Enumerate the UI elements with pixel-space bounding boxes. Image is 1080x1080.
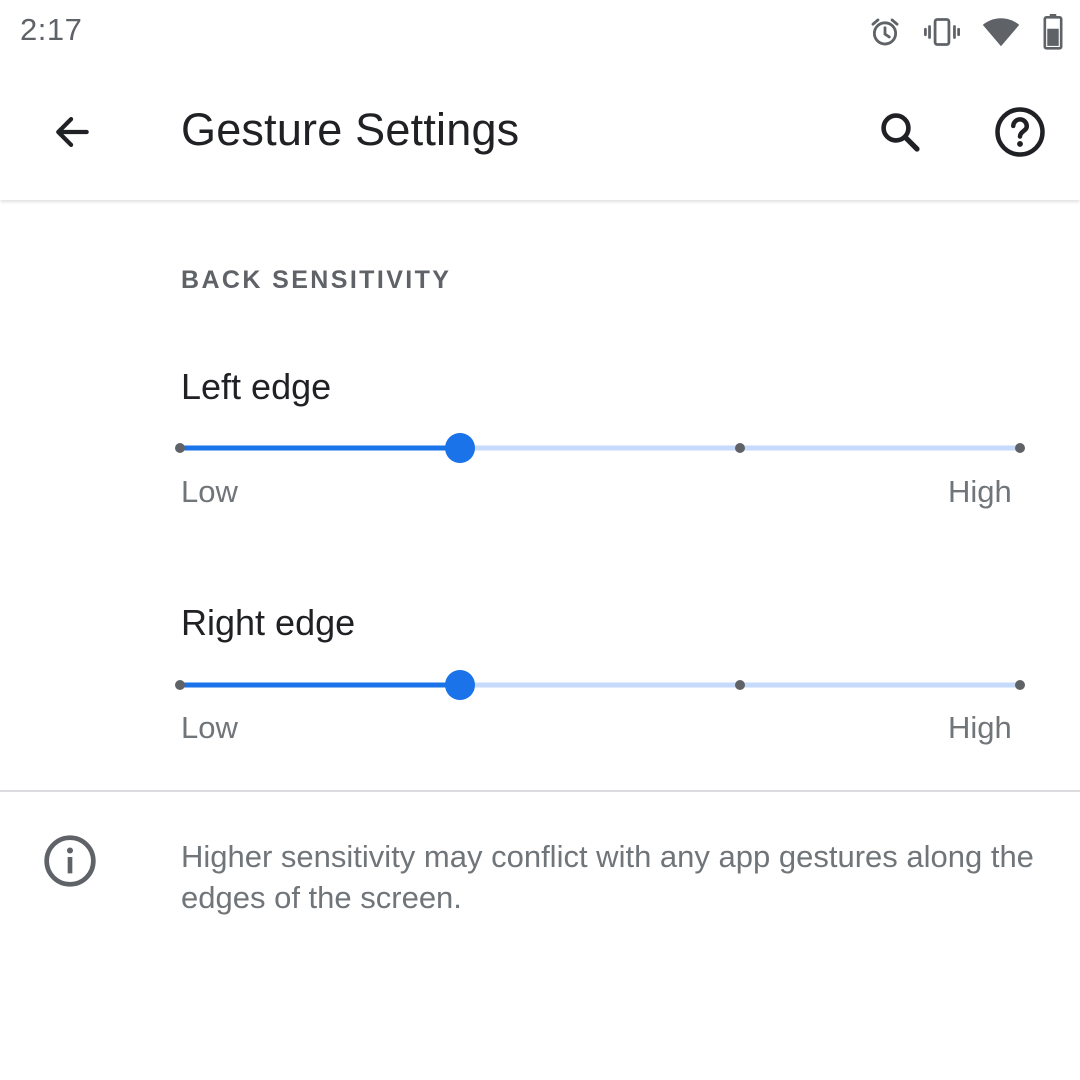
slider-tick-mark — [175, 443, 185, 453]
footer-text: Higher sensitivity may conflict with any… — [181, 839, 1034, 915]
search-icon — [881, 113, 920, 152]
help-button[interactable] — [978, 90, 1062, 174]
slider-tick-mark — [735, 443, 745, 453]
battery-icon — [1042, 14, 1064, 50]
info-icon — [44, 835, 96, 887]
section-header: BACK SENSITIVITY — [181, 266, 452, 294]
right-edge-min-label: Low — [181, 710, 238, 745]
left-edge-min-label: Low — [181, 474, 238, 509]
left-edge-slider[interactable] — [160, 418, 1040, 478]
left-edge-title: Left edge — [181, 366, 332, 407]
page-title: Gesture Settings — [181, 104, 520, 155]
divider — [0, 790, 1080, 792]
slider-tick-mark — [1015, 680, 1025, 690]
slider-tick-mark — [735, 680, 745, 690]
alarm-icon — [868, 15, 902, 49]
slider-tick-mark — [1015, 443, 1025, 453]
back-button[interactable] — [30, 90, 114, 174]
slider-tick-mark — [175, 680, 185, 690]
search-button[interactable] — [858, 90, 942, 174]
vibrate-icon — [924, 15, 960, 49]
status-bar: 2:17 — [0, 0, 1080, 64]
wifi-icon — [982, 15, 1020, 49]
back-arrow-icon — [56, 117, 89, 147]
help-icon — [995, 107, 1045, 157]
right-edge-title: Right edge — [181, 602, 356, 643]
left-edge-max-label: High — [948, 474, 1012, 509]
app-bar: Gesture Settings — [0, 64, 1080, 200]
slider-thumb[interactable] — [445, 433, 475, 463]
right-edge-max-label: High — [948, 710, 1012, 745]
status-icons — [846, 10, 1064, 54]
slider-thumb[interactable] — [445, 670, 475, 700]
status-time: 2:17 — [20, 12, 83, 47]
right-edge-slider[interactable] — [160, 655, 1040, 715]
